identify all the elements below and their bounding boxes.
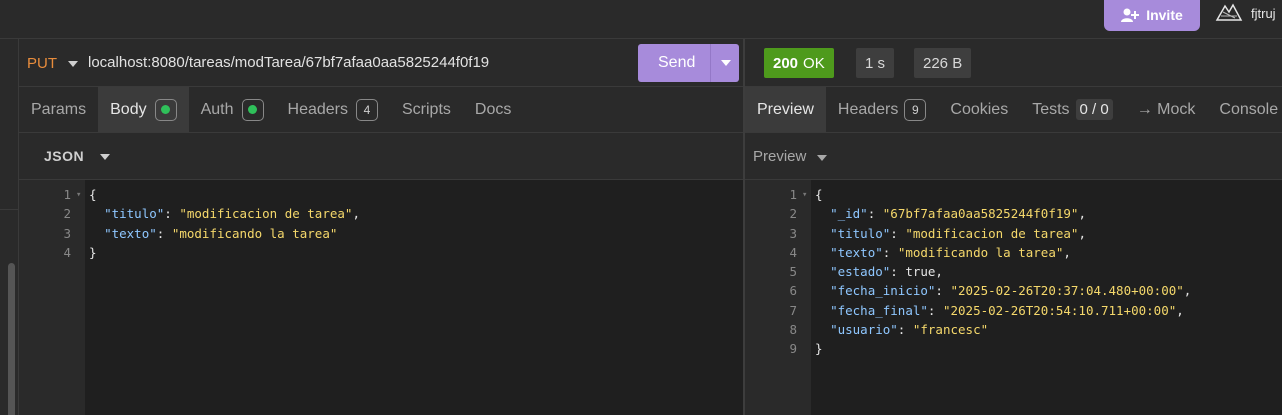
- preview-mode-selector[interactable]: Preview: [753, 148, 806, 165]
- tab-label: Docs: [474, 100, 512, 118]
- tab-console[interactable]: Console: [1207, 87, 1282, 132]
- tab-label: Params: [31, 100, 87, 118]
- invite-button[interactable]: Invite: [1104, 0, 1200, 31]
- tab-label: Headers: [287, 100, 348, 118]
- tab-tests[interactable]: Tests 0 / 0: [1020, 87, 1125, 132]
- line-number: 7: [789, 303, 797, 318]
- line-number: 2: [789, 206, 797, 221]
- tab-headers[interactable]: Headers 4: [276, 87, 390, 132]
- request-pane: PUT localhost:8080/tareas/modTarea/67bf7…: [19, 39, 743, 415]
- response-pane: 200 OK 1 s 226 B Preview Headers 9 Cooki…: [745, 39, 1282, 415]
- send-button[interactable]: Send: [638, 44, 739, 82]
- body-type-bar: JSON: [19, 133, 743, 180]
- tab-label: → Mock: [1136, 100, 1196, 118]
- line-number: 8: [789, 322, 797, 337]
- chevron-down-icon[interactable]: [100, 154, 110, 160]
- tab-preview[interactable]: Preview: [745, 87, 826, 132]
- fold-icon[interactable]: ▾: [76, 190, 81, 200]
- tab-label: Tests: [1032, 100, 1070, 118]
- line-number: 5: [789, 264, 797, 279]
- code-line: "texto": "modificando la tarea",: [830, 245, 1071, 260]
- status-text: OK: [803, 54, 825, 72]
- response-tabs: Preview Headers 9 Cookies Tests 0 / 0 → …: [745, 87, 1282, 133]
- line-gutter: 1 ▾ 2 3 4 5 6 7 8 9: [745, 180, 811, 415]
- tab-auth[interactable]: Auth: [189, 87, 276, 132]
- code-area[interactable]: { "titulo": "modificacion de tarea", "te…: [85, 180, 743, 415]
- tab-label: Scripts: [402, 100, 451, 118]
- response-time-badge: 1 s: [856, 48, 895, 78]
- response-body-viewer[interactable]: 1 ▾ 2 3 4 5 6 7 8 9 { "_id": "67bf7afaa0…: [745, 180, 1282, 415]
- preview-mode-bar: Preview: [745, 133, 1282, 180]
- user-menu[interactable]: fjtruj: [1215, 2, 1276, 24]
- tab-label: Preview: [757, 100, 814, 118]
- tab-label: Cookies: [950, 100, 1009, 118]
- url-input[interactable]: localhost:8080/tareas/modTarea/67bf7afaa…: [88, 54, 489, 71]
- status-code: 200: [773, 54, 799, 72]
- line-number: 4: [789, 245, 797, 260]
- line-number: 2: [63, 206, 71, 221]
- line-number: 3: [789, 226, 797, 241]
- code-line: "fecha_inicio": "2025-02-26T20:37:04.480…: [830, 283, 1192, 298]
- scrollbar-thumb[interactable]: [8, 263, 15, 415]
- code-line: {: [815, 187, 823, 202]
- code-line: "estado": true,: [830, 264, 943, 279]
- divider: [0, 209, 19, 210]
- divider: [710, 44, 711, 82]
- code-line: }: [815, 341, 823, 356]
- top-bar: Invite fjtruj: [0, 0, 1282, 39]
- tab-mock[interactable]: → Mock: [1125, 87, 1208, 132]
- body-type-selector[interactable]: JSON: [44, 148, 84, 164]
- tab-params[interactable]: Params: [19, 87, 98, 132]
- tab-cookies[interactable]: Cookies: [938, 87, 1020, 132]
- line-number: 1: [63, 187, 71, 202]
- tab-label: Auth: [200, 100, 234, 118]
- code-line: {: [89, 187, 97, 202]
- line-gutter: 1 ▾ 2 3 4: [19, 180, 85, 415]
- line-number: 4: [63, 245, 71, 260]
- code-line: "fecha_final": "2025-02-26T20:54:10.711+…: [830, 303, 1184, 318]
- username: fjtruj: [1251, 5, 1276, 21]
- code-line: "titulo": "modificacion de tarea",: [830, 226, 1086, 241]
- tab-body[interactable]: Body: [98, 87, 189, 132]
- line-number: 3: [63, 226, 71, 241]
- tab-label: Headers: [837, 100, 899, 118]
- code-line: "usuario": "francesc": [830, 322, 989, 337]
- chevron-down-icon[interactable]: [721, 60, 731, 66]
- invite-label: Invite: [1146, 6, 1183, 23]
- code-line: "_id": "67bf7afaa0aa5825244f0f19",: [830, 206, 1086, 221]
- code-line: }: [89, 245, 97, 260]
- add-user-icon: [1121, 8, 1140, 22]
- method-selector[interactable]: PUT: [27, 55, 57, 72]
- response-size-badge: 226 B: [914, 48, 972, 78]
- line-number: 9: [789, 341, 797, 356]
- line-number: 6: [789, 283, 797, 298]
- code-line: "titulo": "modificacion de tarea",: [104, 206, 360, 221]
- tab-label: Console: [1219, 100, 1279, 118]
- left-sidebar-edge: [0, 39, 19, 415]
- status-dot-icon: [241, 98, 264, 121]
- request-tabs: Params Body Auth Headers 4 Scripts Docs: [19, 87, 743, 133]
- tab-docs[interactable]: Docs: [463, 87, 523, 132]
- tab-response-headers[interactable]: Headers 9: [826, 87, 938, 132]
- count-badge: 9: [904, 98, 927, 121]
- avatar: [1215, 3, 1243, 21]
- fold-icon[interactable]: ▾: [802, 190, 807, 200]
- send-label: Send: [658, 54, 696, 71]
- status-dot-icon: [154, 98, 177, 121]
- chevron-down-icon[interactable]: [68, 61, 78, 67]
- line-number: 1: [789, 187, 797, 202]
- tab-label: Body: [110, 100, 147, 118]
- response-status-bar: 200 OK 1 s 226 B: [745, 39, 1282, 87]
- request-body-editor[interactable]: 1 ▾ 2 3 4 { "titulo": "modificacion de t…: [19, 180, 743, 415]
- chevron-down-icon[interactable]: [817, 155, 827, 161]
- code-area[interactable]: { "_id": "67bf7afaa0aa5825244f0f19", "ti…: [811, 180, 1282, 415]
- tab-scripts[interactable]: Scripts: [390, 87, 463, 132]
- count-badge: 4: [356, 98, 378, 121]
- status-badge: 200 OK: [764, 48, 834, 78]
- tests-count: 0 / 0: [1075, 99, 1113, 120]
- code-line: "texto": "modificando la tarea": [104, 226, 338, 241]
- url-bar: PUT localhost:8080/tareas/modTarea/67bf7…: [19, 39, 743, 87]
